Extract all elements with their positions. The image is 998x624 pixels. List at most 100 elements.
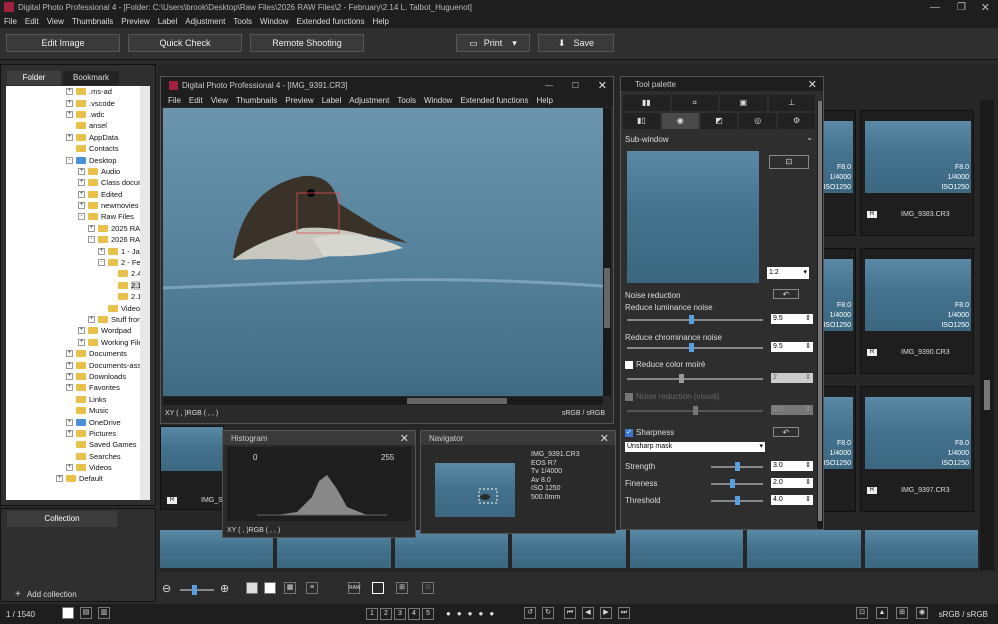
expand-icon[interactable]: + bbox=[66, 372, 73, 380]
expand-icon[interactable]: + bbox=[56, 475, 63, 483]
tree-item[interactable]: + AppData bbox=[6, 132, 150, 143]
luminance-value[interactable]: 9.5 ⇕ bbox=[771, 314, 813, 324]
tree-item[interactable]: + newmovies bbox=[6, 200, 150, 211]
thumbnail-size-slider[interactable] bbox=[180, 585, 214, 595]
fit-icon[interactable]: ⊡ bbox=[856, 607, 868, 619]
tree-item[interactable]: + OneDrive bbox=[6, 416, 150, 427]
tab-picture-style-icon[interactable]: ▮▯ bbox=[623, 113, 660, 129]
moire-slider[interactable] bbox=[627, 374, 763, 383]
menu-item[interactable]: Thumbnails bbox=[68, 17, 117, 26]
fineness-value[interactable]: 2.0 ⇕ bbox=[771, 478, 813, 488]
threshold-value[interactable]: 4.0 ⇕ bbox=[771, 495, 813, 505]
collapse-icon[interactable]: ⌄ bbox=[806, 133, 813, 142]
layout-compare-icon[interactable]: ⊞ bbox=[422, 582, 434, 594]
menu-item[interactable]: Label bbox=[154, 17, 182, 26]
tree-item[interactable]: Video bbox=[6, 302, 150, 313]
tree-item[interactable]: 2.1 bbox=[6, 280, 150, 291]
collapse-icon[interactable]: - bbox=[66, 156, 73, 164]
strength-slider[interactable] bbox=[711, 462, 763, 471]
view-list-icon[interactable]: ≡ bbox=[306, 582, 318, 594]
tree-item[interactable]: + Downloads bbox=[6, 371, 150, 382]
expand-icon[interactable]: + bbox=[88, 224, 95, 232]
menu-item[interactable]: Window bbox=[420, 96, 456, 105]
maximize-icon[interactable]: ❐ bbox=[957, 2, 966, 13]
tree-item[interactable]: + Default bbox=[6, 473, 150, 484]
minimize-icon[interactable]: — bbox=[930, 2, 940, 13]
close-icon[interactable]: ✕ bbox=[598, 79, 607, 92]
moire-checkbox[interactable]: Reduce color moiré bbox=[625, 360, 705, 369]
tree-item[interactable]: Music bbox=[6, 405, 150, 416]
expand-icon[interactable]: + bbox=[78, 167, 85, 175]
tab-image-icon[interactable]: ▣ bbox=[720, 95, 767, 111]
navigator-toggle-icon[interactable]: ⊞ bbox=[896, 607, 908, 619]
fineness-slider[interactable] bbox=[711, 479, 763, 488]
print-button[interactable]: ▭ Print ▾ bbox=[456, 34, 530, 52]
tree-item[interactable]: + Videos bbox=[6, 462, 150, 473]
raw-filter-icon[interactable]: RAW bbox=[348, 582, 360, 594]
camera-icon[interactable]: ◉ bbox=[916, 607, 928, 619]
tab-folder[interactable]: Folder bbox=[7, 71, 61, 85]
tree-item[interactable]: 2.4 bbox=[6, 268, 150, 279]
rotate-left-icon[interactable]: ↺ bbox=[524, 607, 536, 619]
remote-shooting-button[interactable]: Remote Shooting bbox=[250, 34, 364, 52]
tree-item[interactable]: + Favorites bbox=[6, 382, 150, 393]
view-medium-icon[interactable] bbox=[264, 582, 276, 594]
maximize-icon[interactable]: ☐ bbox=[572, 81, 579, 90]
tree-item[interactable]: + Audio bbox=[6, 166, 150, 177]
rating-3-icon[interactable]: 3 bbox=[394, 608, 406, 620]
rating-4-icon[interactable]: 4 bbox=[408, 608, 420, 620]
menu-item[interactable]: Label bbox=[318, 96, 346, 105]
expand-icon[interactable]: + bbox=[66, 464, 73, 472]
noise4-checkbox[interactable]: Noise reduction (visual) bbox=[625, 392, 720, 401]
threshold-slider[interactable] bbox=[711, 496, 763, 505]
view-preview-icon[interactable]: ▥ bbox=[98, 607, 110, 619]
minimize-icon[interactable]: — bbox=[545, 81, 553, 90]
quick-check-button[interactable]: Quick Check bbox=[128, 34, 242, 52]
tree-item[interactable]: + .ms-ad bbox=[6, 86, 150, 97]
view-grid-icon[interactable]: ▦ bbox=[284, 582, 296, 594]
view-large-icon[interactable] bbox=[246, 582, 258, 594]
rating-5-icon[interactable]: 5 bbox=[422, 608, 434, 620]
reset-noise-icon[interactable]: ↶ bbox=[773, 289, 799, 299]
collapse-icon[interactable]: - bbox=[98, 259, 105, 267]
noise4-value[interactable]: 0.0 ⇕ bbox=[771, 405, 813, 415]
menu-item[interactable]: File bbox=[0, 17, 21, 26]
preview-image[interactable] bbox=[163, 108, 603, 396]
palette-scrollbar[interactable] bbox=[817, 101, 823, 529]
tree-scrollbar[interactable] bbox=[140, 86, 150, 500]
tree-item[interactable]: Searches bbox=[6, 451, 150, 462]
tree-item[interactable]: Links bbox=[6, 394, 150, 405]
preview-hscroll[interactable] bbox=[163, 397, 603, 405]
strength-value[interactable]: 3.0 ⇕ bbox=[771, 461, 813, 471]
tab-collection[interactable]: Collection bbox=[7, 511, 117, 527]
luminance-slider[interactable] bbox=[627, 315, 763, 324]
thumbnail[interactable]: F8.0 1/4000 ISO1250 R IMG_9397.CR3 bbox=[860, 386, 974, 512]
chevron-down-icon[interactable]: ▾ bbox=[512, 38, 517, 49]
expand-icon[interactable]: + bbox=[78, 338, 85, 346]
fullscreen-icon[interactable]: ⊡ bbox=[769, 155, 809, 169]
thumbnail-selected[interactable]: R IMG_S bbox=[160, 426, 224, 510]
reset-sharpness-icon[interactable]: ↶ bbox=[773, 427, 799, 437]
tab-detail-icon[interactable]: ◉ bbox=[661, 113, 699, 129]
tree-item[interactable]: + Documents bbox=[6, 348, 150, 359]
expand-icon[interactable]: + bbox=[66, 361, 73, 369]
tab-settings-gear-icon[interactable]: ⚙ bbox=[778, 113, 815, 129]
close-icon[interactable]: ✕ bbox=[600, 432, 609, 445]
view-thumbs-list-icon[interactable]: ▤ bbox=[80, 607, 92, 619]
tree-item[interactable]: 2.1 bbox=[6, 291, 150, 302]
star-rating[interactable]: ●●●●● bbox=[446, 609, 500, 618]
close-icon[interactable]: ✕ bbox=[808, 78, 817, 91]
chrominance-value[interactable]: 9.5 ⇕ bbox=[771, 342, 813, 352]
collapse-icon[interactable]: - bbox=[88, 236, 95, 244]
menu-item[interactable]: Preview bbox=[281, 96, 317, 105]
tab-lens-icon[interactable]: ◩ bbox=[700, 113, 738, 129]
thumbnail[interactable] bbox=[629, 530, 744, 568]
tree-item[interactable]: ansel bbox=[6, 120, 150, 131]
view-thumbs-icon[interactable] bbox=[62, 607, 74, 619]
thumbnail[interactable]: F8.0 1/4000 ISO1250 R IMG_9390.CR3 bbox=[860, 248, 974, 374]
tree-item[interactable]: Contacts bbox=[6, 143, 150, 154]
tree-item[interactable]: +2025 RAW bbox=[6, 223, 150, 234]
prev-image-icon[interactable]: ◀ bbox=[582, 607, 594, 619]
menu-item[interactable]: Adjustment bbox=[345, 96, 393, 105]
expand-icon[interactable]: + bbox=[66, 384, 73, 392]
